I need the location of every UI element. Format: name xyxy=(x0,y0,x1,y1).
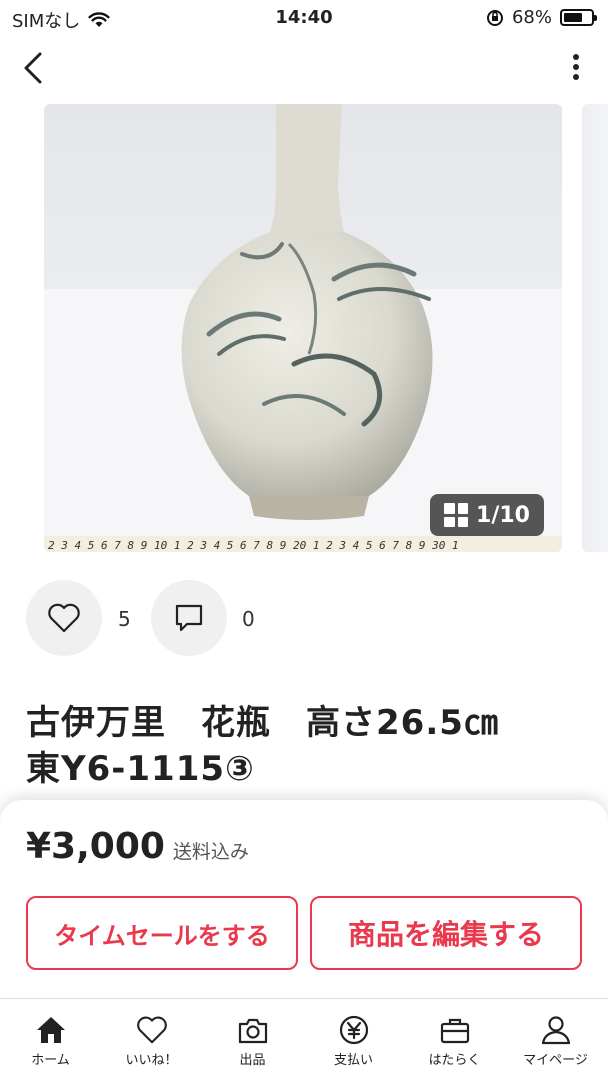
tab-bar: ホーム いいね！ 出品 支払い はたらく マイページ xyxy=(0,998,608,1080)
tab-home[interactable]: ホーム xyxy=(0,999,101,1080)
tab-likes[interactable]: いいね！ xyxy=(101,999,202,1080)
product-photo[interactable]: 2 3 4 5 6 7 8 9 10 1 2 3 4 5 6 7 8 9 20 … xyxy=(44,104,562,552)
tab-home-label: ホーム xyxy=(31,1053,70,1068)
comment-icon xyxy=(175,604,203,632)
price-row: ¥3,000 送料込み xyxy=(26,826,249,867)
more-vertical-icon xyxy=(573,54,579,80)
home-icon xyxy=(36,1017,65,1043)
comment-button[interactable] xyxy=(151,580,227,656)
tab-work[interactable]: はたらく xyxy=(404,999,505,1080)
briefcase-icon xyxy=(440,1018,469,1044)
next-photo-peek[interactable] xyxy=(582,104,608,552)
item-title-line1: 古伊万里 花瓶 高さ26.5㎝ xyxy=(26,703,499,743)
tab-sell-label: 出品 xyxy=(239,1053,266,1068)
tab-sell[interactable]: 出品 xyxy=(202,999,303,1080)
edit-item-button[interactable]: 商品を編集する xyxy=(310,896,582,970)
shipping-note: 送料込み xyxy=(172,841,249,863)
photo-counter[interactable]: 1/10 xyxy=(430,494,544,536)
vase-image: 2 3 4 5 6 7 8 9 10 1 2 3 4 5 6 7 8 9 20 … xyxy=(44,104,562,552)
heart-icon xyxy=(48,603,80,633)
tab-mypage-label: マイページ xyxy=(523,1053,588,1068)
purchase-panel: ¥3,000 送料込み タイムセールをする 商品を編集する xyxy=(0,800,608,1000)
heart-icon xyxy=(136,1016,167,1044)
time-sale-button[interactable]: タイムセールをする xyxy=(26,896,298,970)
battery-icon xyxy=(560,9,597,26)
tab-payment-label: 支払い xyxy=(333,1053,373,1068)
grid-icon xyxy=(444,503,469,527)
item-title-line2: 東Y6-1115③ xyxy=(26,749,255,789)
tab-work-label: はたらく xyxy=(428,1053,481,1068)
battery-percent: 68% xyxy=(511,7,552,28)
status-bar: SIMなし 14:40 68% xyxy=(0,0,608,36)
item-title: 古伊万里 花瓶 高さ26.5㎝ 東Y6-1115③ xyxy=(26,700,586,792)
tab-payment[interactable]: 支払い xyxy=(303,999,404,1080)
more-options-button[interactable] xyxy=(570,52,582,82)
chevron-left-icon xyxy=(24,52,42,84)
yen-icon xyxy=(339,1015,368,1045)
tab-likes-label: いいね！ xyxy=(125,1053,178,1068)
price: ¥3,000 xyxy=(26,826,165,867)
comment-count: 0 xyxy=(242,607,255,631)
user-icon xyxy=(541,1016,570,1045)
camera-icon xyxy=(238,1018,267,1044)
photo-counter-text: 1/10 xyxy=(476,502,530,528)
like-button[interactable] xyxy=(26,580,102,656)
orientation-lock-icon xyxy=(486,9,503,26)
ruler-markings: 2 3 4 5 6 7 8 9 10 1 2 3 4 5 6 7 8 9 20 … xyxy=(48,539,459,552)
tab-mypage[interactable]: マイページ xyxy=(505,999,606,1080)
like-count: 5 xyxy=(118,607,131,631)
back-button[interactable] xyxy=(16,48,52,88)
